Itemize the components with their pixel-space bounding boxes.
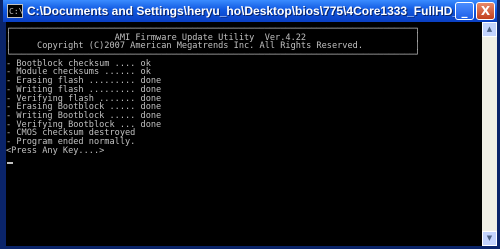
window-title: C:\Documents and Settings\heryu_ho\Deskt… <box>27 4 465 18</box>
down-arrow-icon: ▼ <box>486 234 493 242</box>
scroll-down-button[interactable]: ▼ <box>482 231 497 246</box>
cursor-line <box>6 155 482 165</box>
title-bar[interactable]: C:\ C:\Documents and Settings\heryu_ho\D… <box>3 0 497 22</box>
text-cursor <box>7 162 13 165</box>
up-arrow-icon: ▲ <box>486 25 493 33</box>
console-app-icon[interactable]: C:\ <box>7 4 23 18</box>
press-any-key-prompt: <Press Any Key....> <box>6 145 105 156</box>
vertical-scrollbar[interactable]: ▲ ▼ <box>482 22 497 246</box>
minimize-button[interactable]: _ <box>455 2 474 20</box>
scroll-up-button[interactable]: ▲ <box>482 22 497 37</box>
close-button[interactable]: X <box>476 2 495 20</box>
console-window: C:\ C:\Documents and Settings\heryu_ho\D… <box>0 0 500 249</box>
console-output[interactable]: ┌───────────────────────────────────────… <box>6 22 482 246</box>
